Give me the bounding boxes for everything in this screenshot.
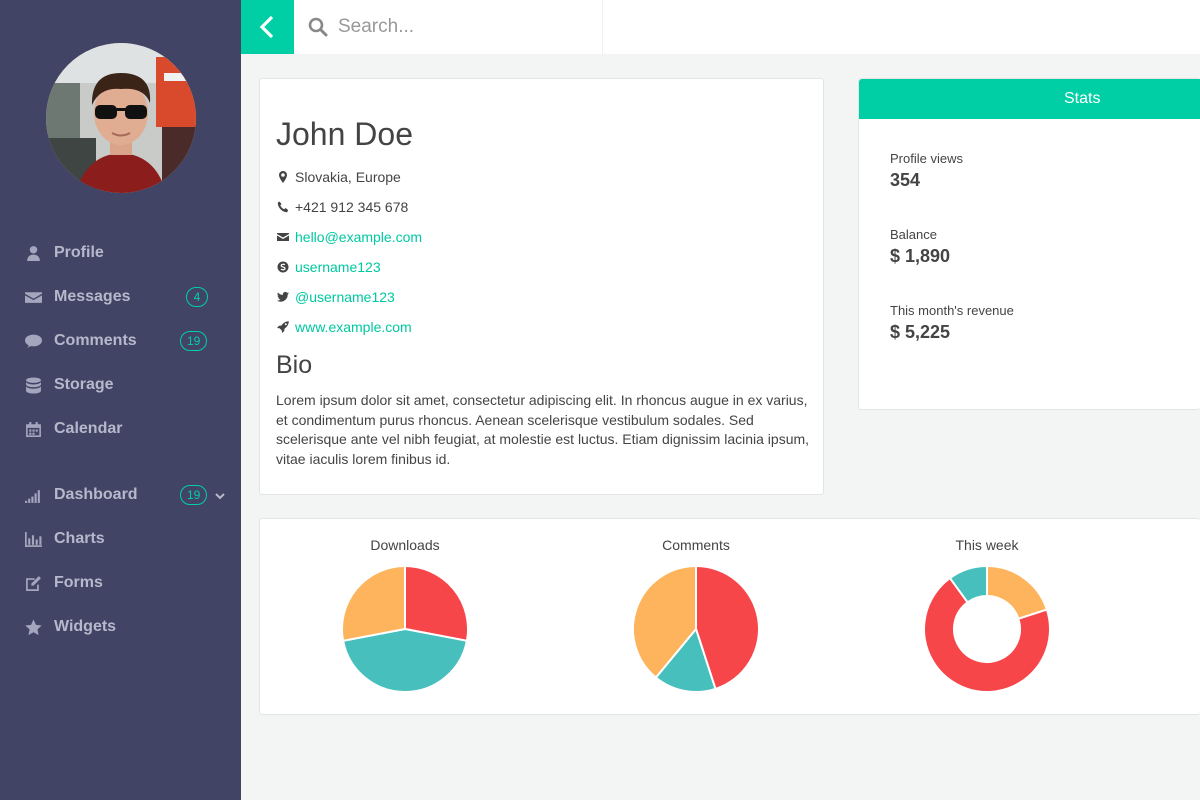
bar-chart-icon: [24, 530, 42, 548]
avatar-photo: [46, 43, 196, 193]
sidebar-item-label: Widgets: [54, 618, 117, 635]
contact-list: Slovakia, Europe +421 912 345 678 hello@…: [276, 162, 422, 342]
sidebar-item-calendar[interactable]: Calendar: [0, 407, 241, 451]
downloads-pie: [341, 565, 469, 693]
skype-icon: [276, 260, 290, 274]
sidebar-item-forms[interactable]: Forms: [0, 561, 241, 605]
profile-name: John Doe: [276, 116, 413, 152]
sidebar-item-label: Calendar: [54, 420, 123, 437]
sidebar-item-label: Dashboard: [54, 486, 138, 503]
sidebar-item-label: Profile: [54, 244, 104, 261]
downloads-chart: Downloads: [305, 519, 505, 716]
stat-value: $ 1,890: [890, 246, 951, 266]
sidebar-item-messages[interactable]: Messages 4: [0, 275, 241, 319]
sidebar-item-widgets[interactable]: Widgets: [0, 605, 241, 649]
comments-badge: 19: [180, 331, 208, 351]
contact-email: hello@example.com: [276, 222, 422, 252]
stat-label: Profile views: [890, 151, 963, 166]
chart-slice[interactable]: [341, 627, 469, 693]
contact-website: www.example.com: [276, 312, 422, 342]
stat-revenue: This month's revenue $ 5,225: [890, 303, 1014, 343]
skype-link[interactable]: username123: [295, 259, 381, 275]
search-input[interactable]: [338, 16, 588, 38]
stat-value: 354: [890, 170, 921, 190]
bio-text: Lorem ipsum dolor sit amet, consectetur …: [276, 392, 810, 467]
comment-icon: [24, 332, 42, 350]
twitter-link[interactable]: @username123: [295, 289, 395, 305]
user-icon: [24, 244, 42, 262]
sidebar-item-charts[interactable]: Charts: [0, 517, 241, 561]
sidebar-item-storage[interactable]: Storage: [0, 363, 241, 407]
sidebar-item-label: Charts: [54, 530, 105, 547]
charts-card: Downloads Comments This week: [259, 518, 1200, 715]
stats-header: Stats: [859, 79, 1200, 119]
chart-slice[interactable]: [341, 565, 406, 642]
sidebar-item-label: Storage: [54, 376, 114, 393]
bio-heading: Bio: [276, 351, 313, 379]
contact-phone: +421 912 345 678: [276, 192, 422, 222]
envelope-icon: [24, 288, 42, 306]
stat-profile-views: Profile views 354: [890, 151, 963, 191]
avatar[interactable]: [46, 43, 196, 193]
sidebar-item-label: Forms: [54, 574, 103, 591]
sidebar-item-profile[interactable]: Profile: [0, 231, 241, 275]
chevron-down-icon[interactable]: [214, 489, 226, 501]
chart-slice[interactable]: [404, 565, 469, 642]
chart-slice[interactable]: [986, 565, 1049, 621]
edit-icon: [24, 574, 42, 592]
rocket-icon: [276, 320, 290, 334]
stat-label: Balance: [890, 227, 937, 242]
this-week-chart: This week: [887, 519, 1087, 716]
search-icon[interactable]: [308, 17, 328, 37]
chart-title: Comments: [662, 537, 730, 553]
messages-badge: 4: [186, 287, 208, 307]
sidebar-item-comments[interactable]: Comments 19: [0, 319, 241, 363]
this-week-doughnut: [923, 565, 1051, 693]
sidebar: Profile Messages 4 Comments 19 Storage C…: [0, 0, 241, 800]
phone-text: +421 912 345 678: [295, 199, 409, 215]
location-text: Slovakia, Europe: [295, 169, 401, 185]
back-button[interactable]: [241, 0, 294, 54]
envelope-icon: [276, 230, 290, 244]
contact-skype: username123: [276, 252, 422, 282]
dashboard-badge: 19: [180, 485, 208, 505]
email-link[interactable]: hello@example.com: [295, 229, 422, 245]
comments-pie: [632, 565, 760, 693]
sidebar-item-label: Messages: [54, 288, 131, 305]
profile-card: John Doe Slovakia, Europe +421 912 345 6…: [259, 78, 824, 495]
comments-chart: Comments: [596, 519, 796, 716]
signal-icon: [24, 486, 42, 504]
stat-value: $ 5,225: [890, 322, 951, 342]
twitter-icon: [276, 290, 290, 304]
star-icon: [24, 618, 42, 636]
database-icon: [24, 376, 42, 394]
phone-icon: [276, 200, 290, 214]
stat-balance: Balance $ 1,890: [890, 227, 950, 267]
sidebar-nav: Profile Messages 4 Comments 19 Storage C…: [0, 231, 241, 649]
website-link[interactable]: www.example.com: [295, 319, 412, 335]
contact-location: Slovakia, Europe: [276, 162, 422, 192]
chevron-left-icon: [259, 15, 273, 39]
map-marker-icon: [276, 170, 290, 184]
sidebar-item-dashboard[interactable]: Dashboard 19: [0, 473, 241, 517]
search-box: [294, 0, 603, 54]
top-bar: [241, 0, 1200, 54]
stats-card: Stats Profile views 354 Balance $ 1,890 …: [858, 78, 1200, 410]
contact-twitter: @username123: [276, 282, 422, 312]
stat-label: This month's revenue: [890, 303, 1014, 318]
sidebar-item-label: Comments: [54, 332, 137, 349]
calendar-icon: [24, 420, 42, 438]
chart-title: This week: [955, 537, 1019, 553]
chart-title: Downloads: [370, 537, 440, 553]
